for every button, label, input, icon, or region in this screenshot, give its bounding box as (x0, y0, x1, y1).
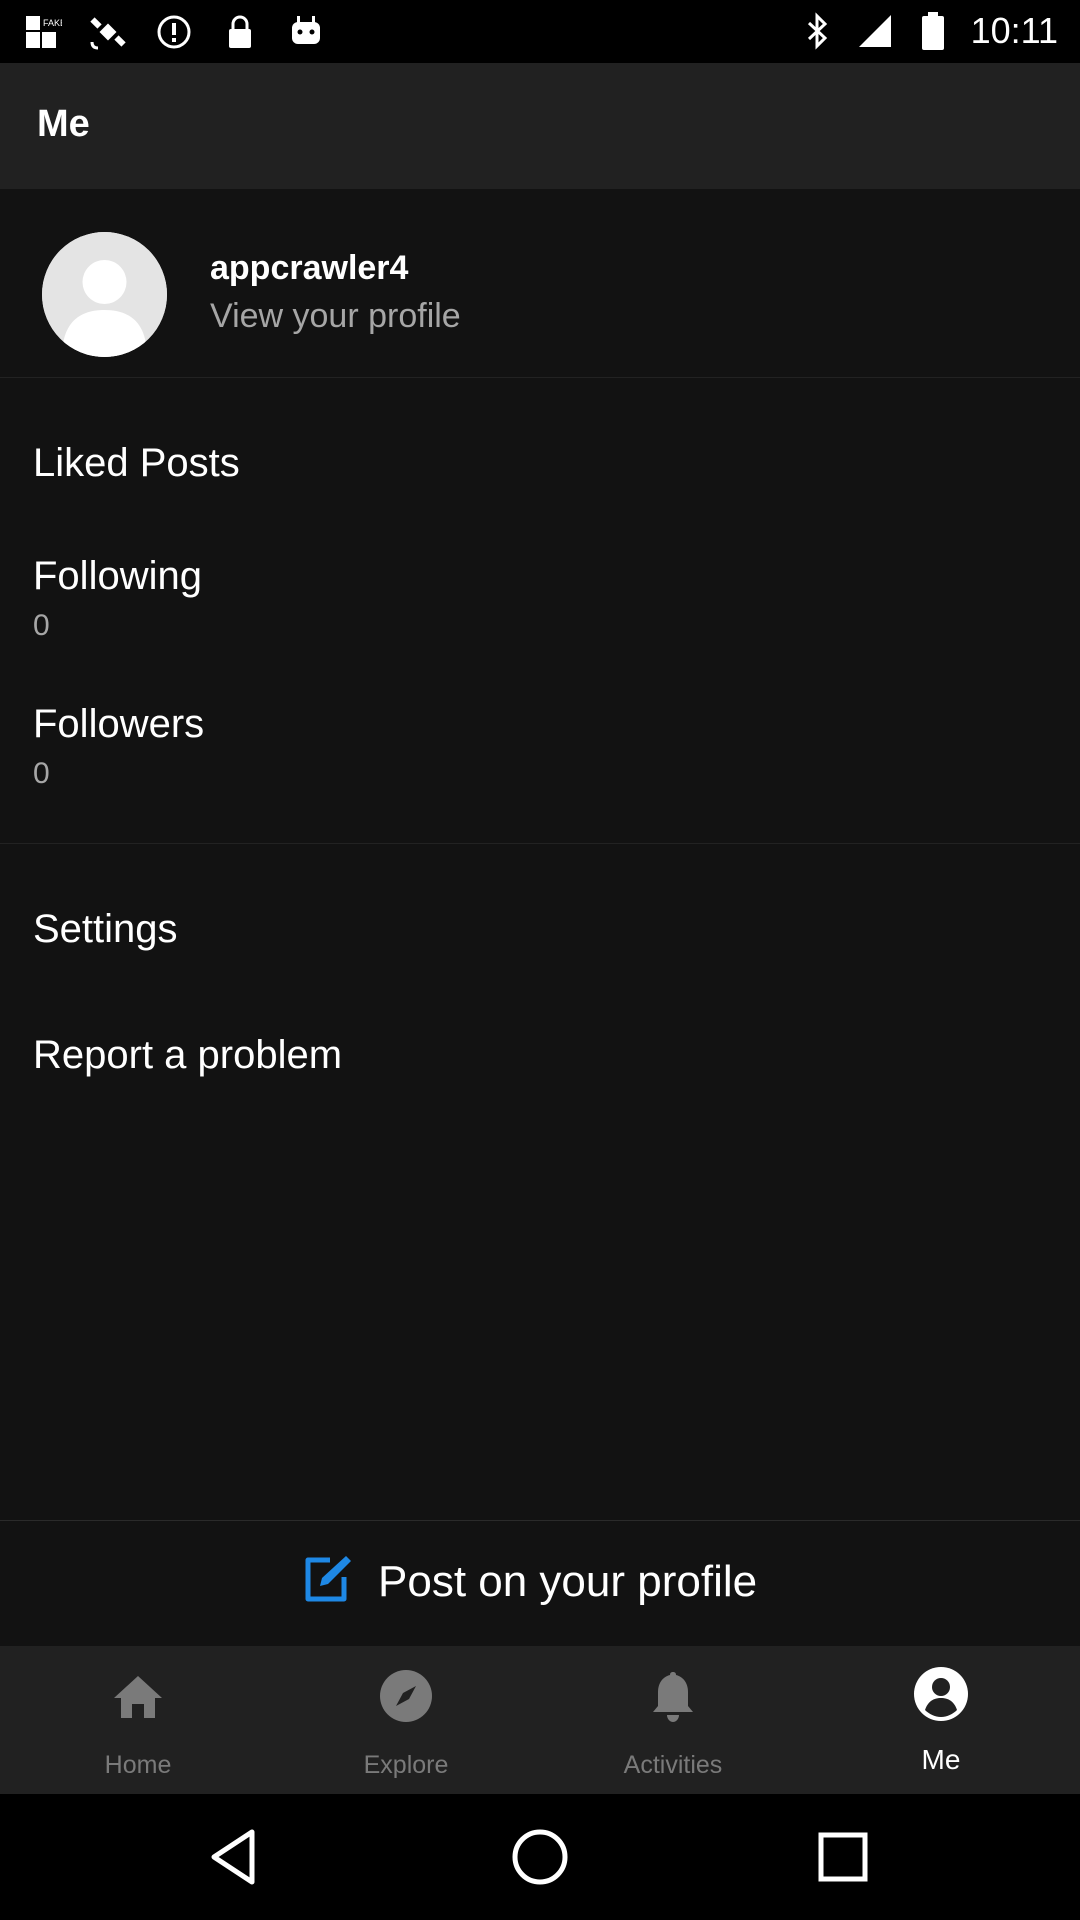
nav-home-label: Home (104, 1751, 172, 1779)
nav-activities-label: Activities (623, 1751, 723, 1779)
status-bar: FAKE 10:11 (0, 0, 1080, 63)
avatar[interactable] (42, 232, 167, 357)
user-circle-icon (914, 1667, 968, 1721)
nav-me[interactable]: Me (806, 1646, 1076, 1794)
post-on-profile-bar[interactable]: Post on your profile (0, 1520, 1080, 1647)
nav-explore-label: Explore (363, 1751, 449, 1779)
edit-icon (300, 1553, 352, 1610)
signal-icon (855, 11, 895, 51)
home-circle-icon[interactable] (505, 1822, 575, 1892)
battery-icon (913, 11, 953, 51)
android-icon (286, 12, 326, 52)
profile-username: appcrawler4 (210, 249, 409, 287)
fake-gps-icon: FAKE (22, 12, 62, 52)
info-circle-icon (154, 12, 194, 52)
system-nav-bar (0, 1794, 1080, 1920)
bottom-nav: Home Explore Activities Me (0, 1646, 1080, 1794)
liked-posts-item[interactable]: Liked Posts (33, 441, 240, 486)
view-profile-link[interactable]: View your profile (210, 297, 461, 336)
post-on-profile-label: Post on your profile (378, 1556, 758, 1606)
nav-activities[interactable]: Activities (538, 1646, 808, 1794)
home-icon (114, 1676, 162, 1718)
satellite-icon (88, 12, 128, 52)
divider (0, 843, 1080, 844)
page-title: Me (37, 103, 90, 145)
main-content: appcrawler4 View your profile Liked Post… (0, 189, 1080, 1520)
following-count: 0 (33, 609, 50, 642)
following-item[interactable]: Following (33, 554, 202, 599)
post-on-profile-button[interactable]: Post on your profile (300, 1553, 757, 1610)
recents-icon[interactable] (808, 1822, 878, 1892)
followers-count: 0 (33, 757, 50, 790)
default-avatar-icon (42, 232, 167, 357)
status-bar-left: FAKE (22, 12, 326, 52)
status-time: 10:11 (970, 10, 1058, 51)
nav-me-label: Me (921, 1744, 961, 1775)
bell-icon (653, 1672, 693, 1722)
nav-home[interactable]: Home (3, 1646, 273, 1794)
back-icon[interactable] (202, 1822, 272, 1892)
app-bar: Me (0, 63, 1080, 189)
nav-explore[interactable]: Explore (271, 1646, 541, 1794)
compass-icon (380, 1670, 432, 1722)
report-problem-item[interactable]: Report a problem (33, 1033, 342, 1078)
status-bar-right: 10:11 (797, 10, 1058, 52)
followers-item[interactable]: Followers (33, 702, 204, 747)
bluetooth-icon (797, 11, 837, 51)
lock-icon (220, 12, 260, 52)
settings-item[interactable]: Settings (33, 907, 178, 952)
svg-text:FAKE: FAKE (43, 18, 62, 28)
profile-row[interactable]: appcrawler4 View your profile (0, 189, 1080, 378)
